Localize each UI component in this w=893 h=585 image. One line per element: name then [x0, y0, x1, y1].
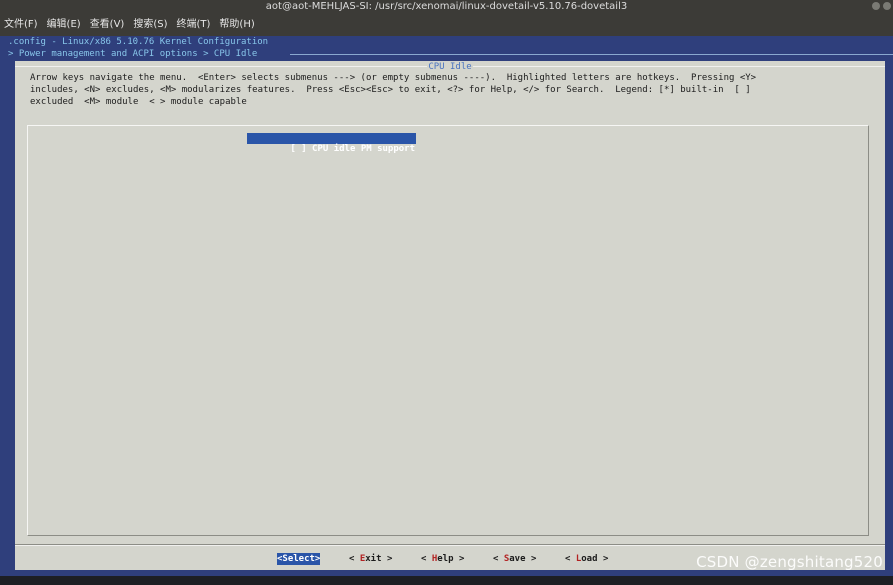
terminal-area[interactable]: .config - Linux/x86 5.10.76 Kernel Confi… [0, 36, 893, 585]
terminal-menubar: 文件(F) 编辑(E) 查看(V) 搜索(S) 终端(T) 帮助(H) [0, 14, 893, 36]
menu-item-cpu-idle-pm-support[interactable]: [ ] CPU idle PM support [247, 133, 416, 154]
menu-edit[interactable]: 编辑(E) [47, 14, 81, 36]
dialog-title-text: CPU Idle [427, 62, 473, 72]
window-controls [872, 2, 891, 10]
breadcrumb-rule [290, 54, 893, 55]
save-button[interactable]: < Save > [493, 553, 536, 565]
menu-terminal[interactable]: 终端(T) [177, 14, 211, 36]
watermark: CSDN @zengshitang520 [696, 553, 883, 571]
bottom-strip [0, 576, 893, 585]
checkbox[interactable]: [ ] [290, 144, 306, 154]
select-button[interactable]: <Select> [277, 553, 321, 565]
menu-search[interactable]: 搜索(S) [133, 14, 167, 36]
config-title: .config - Linux/x86 5.10.76 Kernel Confi… [8, 37, 269, 47]
window-titlebar: aot@aot-MEHLJAS-SI: /usr/src/xenomai/lin… [0, 0, 893, 14]
help-text: Arrow keys navigate the menu. <Enter> se… [30, 73, 757, 107]
menuconfig-dialog: CPU Idle Arrow keys navigate the menu. <… [15, 61, 885, 570]
button-separator-highlight [15, 545, 885, 546]
menu-list: [ ] CPU idle PM support [27, 125, 869, 536]
help-button[interactable]: < Help > [421, 553, 464, 565]
breadcrumb: > Power management and ACPI options > CP… [8, 49, 258, 59]
menu-item-label: CPU idle PM support [312, 144, 415, 154]
menu-view[interactable]: 查看(V) [90, 14, 125, 36]
minimize-icon[interactable] [872, 2, 880, 10]
window-title: aot@aot-MEHLJAS-SI: /usr/src/xenomai/lin… [265, 1, 628, 12]
load-button[interactable]: < Load > [565, 553, 608, 565]
close-icon[interactable] [883, 2, 891, 10]
menu-help[interactable]: 帮助(H) [219, 14, 254, 36]
menu-file[interactable]: 文件(F) [4, 14, 38, 36]
exit-button[interactable]: < Exit > [349, 553, 392, 565]
